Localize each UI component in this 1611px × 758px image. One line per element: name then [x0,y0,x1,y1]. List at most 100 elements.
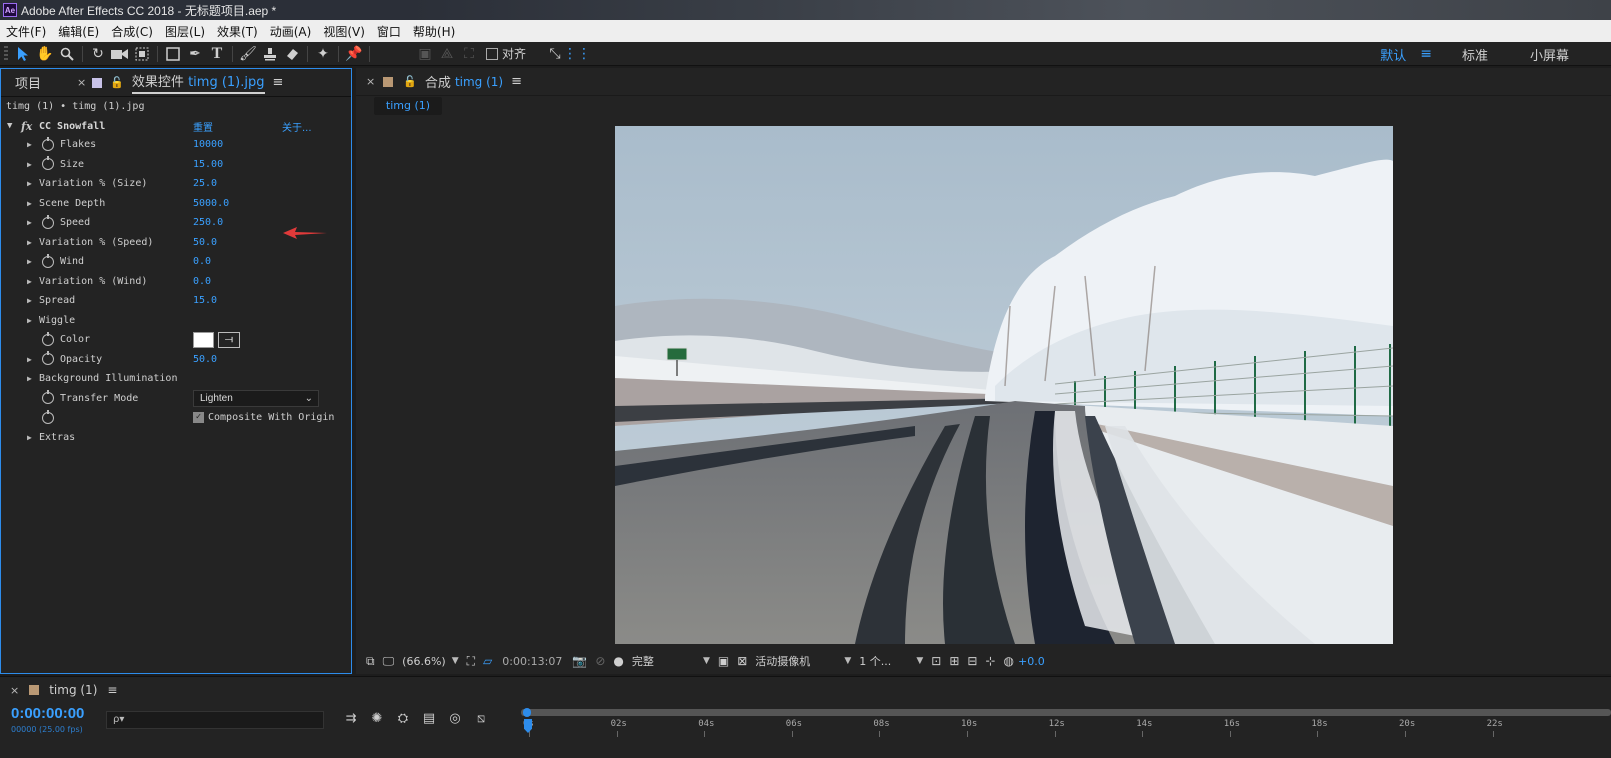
zoom-tool-icon[interactable] [56,44,78,64]
timeline-icon[interactable]: ⊟ [967,654,977,668]
pen-tool-icon[interactable]: ✒ [184,44,206,64]
work-area-bar[interactable] [521,708,1611,717]
expand-arrow-icon[interactable]: ▶ [27,199,32,208]
property-value[interactable]: 25.0 [193,178,217,189]
expand-arrow-icon[interactable]: ▶ [27,238,32,247]
expand-arrow-icon[interactable]: ▶ [27,257,32,266]
effect-property-row[interactable]: ▶ Flakes 10000 [1,135,351,155]
menu-composition[interactable]: 合成(C) [111,23,153,40]
effect-property-row[interactable]: ▶ Variation % (Wind) 0.0 [1,272,351,292]
stopwatch-icon[interactable] [42,253,54,268]
effect-property-row[interactable]: Color ⟞ [1,330,351,350]
hand-tool-icon[interactable]: ✋ [34,44,56,64]
rotation-tool-icon[interactable]: ↻ [87,44,109,64]
menu-edit[interactable]: 编辑(E) [58,23,99,40]
work-area-start-handle[interactable] [523,708,531,717]
collapse-triangle-icon[interactable]: ▼ [7,121,12,131]
fx-icon[interactable]: fx [21,120,32,133]
playhead[interactable] [524,719,532,733]
color-swatch[interactable] [193,331,214,348]
show-snapshot-icon[interactable]: ⊘ [595,654,605,668]
expand-arrow-icon[interactable]: ▶ [27,433,32,442]
clone-stamp-tool-icon[interactable] [259,44,281,64]
color-channel-icon[interactable]: ● [613,654,623,668]
frame-blending-icon[interactable]: ▤ [416,711,442,726]
roto-brush-tool-icon[interactable]: ✦ [312,44,334,64]
toggle-pixel-icon[interactable]: ⊡ [931,654,941,668]
composition-flow-tab[interactable]: timg (1) [374,97,442,115]
composition-mini-flowchart-icon[interactable]: ⇉ [338,711,364,726]
effect-property-row[interactable]: ▶ Spread 15.0 [1,291,351,311]
effect-property-row[interactable]: ▶ Wiggle [1,311,351,331]
workspace-menu-icon[interactable]: ≡ [1420,46,1432,62]
property-value[interactable]: 15.0 [193,295,217,306]
expand-arrow-icon[interactable]: ▶ [27,218,32,227]
snap-grid-icon[interactable]: ⋮⋮ [563,44,591,64]
reset-exposure-icon[interactable]: ◍ [1004,654,1014,668]
expand-arrow-icon[interactable]: ▶ [27,355,32,364]
camera-tool-icon[interactable] [109,44,131,64]
fast-preview-icon[interactable]: ⊞ [949,654,959,668]
menu-animation[interactable]: 动画(A) [270,23,312,40]
stopwatch-icon[interactable] [42,331,54,346]
fit-icon[interactable]: ⛶ [467,654,475,669]
effect-property-row[interactable]: ▶ Wind 0.0 [1,252,351,272]
eraser-tool-icon[interactable] [281,44,303,64]
expand-arrow-icon[interactable]: ▶ [27,277,32,286]
close-icon[interactable]: × [10,684,19,697]
lock-icon[interactable]: 🔓 [403,75,417,88]
panel-menu-icon[interactable]: ≡ [511,74,522,89]
effect-property-row[interactable]: ▶ Size 15.00 [1,155,351,175]
stopwatch-icon[interactable] [42,409,54,424]
toolbar-grip[interactable] [4,45,8,62]
draft-3d-icon[interactable]: ✺ [364,711,390,726]
property-value[interactable]: 5000.0 [193,198,229,209]
monitor-icon[interactable]: 🖵 [383,654,395,669]
stopwatch-icon[interactable] [42,390,54,405]
region-of-interest-icon[interactable]: ▣ [718,654,729,668]
reset-link[interactable]: 重置 [193,119,213,134]
property-value[interactable]: 0.0 [193,276,211,287]
composite-with-origin-checkbox[interactable]: ✓ [193,412,204,424]
lock-icon[interactable]: 🔓 [110,76,124,89]
composition-tab-name[interactable]: timg (1) [455,75,503,89]
tab-project[interactable]: 项目 [15,73,77,92]
transparency-grid-icon[interactable]: ▱ [483,654,492,668]
eyedropper-icon[interactable]: ⟞ [218,331,240,348]
property-value[interactable]: 50.0 [193,237,217,248]
transparency-icon[interactable]: ⊠ [737,654,747,668]
motion-blur-icon[interactable]: ◎ [442,711,468,726]
effect-property-row[interactable]: ▶ Background Illumination [1,369,351,389]
shy-layers-icon[interactable]: ⛭ [390,711,416,726]
expand-arrow-icon[interactable]: ▶ [27,140,32,149]
workspace-standard[interactable]: 标准 [1462,45,1488,64]
timeline-comp-name[interactable]: timg (1) [49,683,97,697]
pan-behind-tool-icon[interactable] [131,44,153,64]
views-select[interactable]: 1 个... ▼ [859,653,923,669]
menu-effect[interactable]: 效果(T) [217,23,258,40]
menu-window[interactable]: 窗口 [377,23,401,40]
property-value[interactable]: 250.0 [193,217,223,228]
always-preview-icon[interactable]: ⧉ [366,654,375,669]
close-icon[interactable]: × [77,76,86,89]
effect-header[interactable]: ▼ fx CC Snowfall 重置 关于... [1,117,351,135]
effect-property-row[interactable]: ▶ Scene Depth 5000.0 [1,194,351,214]
stopwatch-icon[interactable] [42,214,54,229]
brush-tool-icon[interactable]: 🖌 [237,44,259,64]
effect-property-row[interactable]: Transfer Mode Lighten ⌄ [1,389,351,409]
resolution-select[interactable]: 完整 ▼ [632,653,710,669]
selection-tool-icon[interactable] [12,44,34,64]
close-icon[interactable]: × [366,75,375,88]
about-link[interactable]: 关于... [282,119,312,134]
graph-editor-icon[interactable]: ⧅ [468,711,494,726]
stopwatch-icon[interactable] [42,136,54,151]
property-value[interactable]: 15.00 [193,159,223,170]
panel-menu-icon[interactable]: ≡ [273,75,284,90]
menu-view[interactable]: 视图(V) [323,23,365,40]
menu-help[interactable]: 帮助(H) [413,23,455,40]
stopwatch-icon[interactable] [42,351,54,366]
timeline-search-input[interactable]: ρ▾ [106,711,324,729]
workspace-default[interactable]: 默认 [1380,45,1406,64]
property-value[interactable]: 10000 [193,139,223,150]
effect-property-row[interactable]: ✓ Composite With Origin [1,408,351,428]
